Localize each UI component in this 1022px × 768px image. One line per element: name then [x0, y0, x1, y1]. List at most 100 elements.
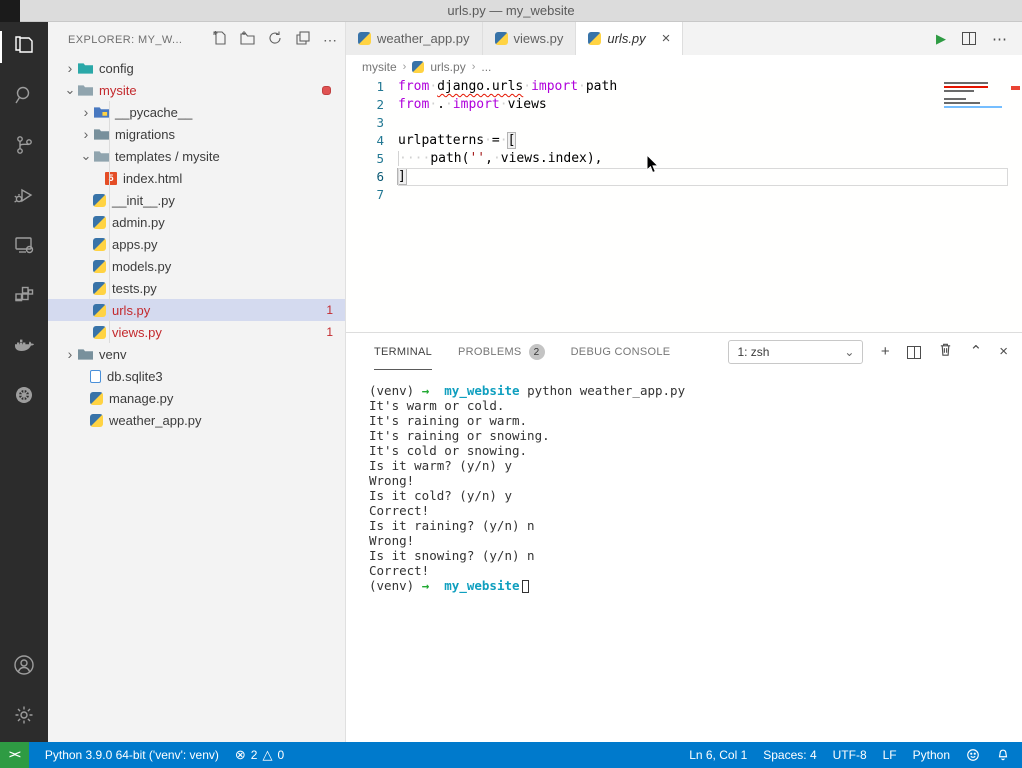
- whitespace-dot: ·: [493, 151, 501, 166]
- kill-terminal-icon[interactable]: [938, 342, 953, 362]
- feedback-smiley-icon[interactable]: [958, 742, 988, 768]
- python-file-icon: [358, 32, 371, 45]
- tree-item-templates-mysite[interactable]: ⌄ templates / mysite: [48, 145, 345, 167]
- activity-extensions[interactable]: [0, 272, 48, 322]
- terminal-line: Is it cold? (y/n) y: [369, 488, 1022, 503]
- status-bar: >< Python 3.9.0 64-bit ('venv': venv) ⊗ …: [0, 742, 1022, 768]
- tab-weather-app-py[interactable]: weather_app.py: [346, 22, 483, 55]
- tree-item-index-html[interactable]: 5 index.html: [48, 167, 345, 189]
- chevron-down-icon: ⌄: [78, 151, 94, 161]
- tree-item-urls-py[interactable]: urls.py 1: [48, 299, 345, 321]
- breadcrumb-symbol[interactable]: ...: [481, 60, 491, 74]
- new-folder-icon[interactable]: [239, 30, 255, 49]
- tree-item-views-py[interactable]: views.py 1: [48, 321, 345, 343]
- cursor-position-status[interactable]: Ln 6, Col 1: [681, 742, 755, 768]
- encoding-status[interactable]: UTF-8: [825, 742, 875, 768]
- notifications-bell-icon[interactable]: [988, 742, 1022, 768]
- tree-label: __pycache__: [115, 105, 192, 120]
- files-icon: [12, 33, 36, 62]
- run-python-file-icon[interactable]: ▶: [936, 31, 946, 47]
- explorer-header: EXPLORER: MY_W... ⋯: [48, 22, 345, 57]
- tree-item-init-py[interactable]: __init__.py: [48, 189, 345, 211]
- prompt-arrow: →: [422, 578, 437, 593]
- tree-item-pycache[interactable]: › __pycache__: [48, 101, 345, 123]
- activity-run-debug[interactable]: [0, 172, 48, 222]
- new-terminal-icon[interactable]: +: [881, 345, 890, 359]
- split-editor-icon[interactable]: [962, 32, 976, 45]
- terminal-output[interactable]: (venv) → my_website python weather_app.p…: [346, 371, 1022, 742]
- panel-tab-debug-console[interactable]: DEBUG CONSOLE: [571, 335, 671, 369]
- tree-item-apps-py[interactable]: apps.py: [48, 233, 345, 255]
- tree-item-db-sqlite3[interactable]: db.sqlite3: [48, 365, 345, 387]
- close-panel-icon[interactable]: ×: [999, 345, 1008, 359]
- tree-label: migrations: [115, 127, 175, 142]
- tree-item-venv[interactable]: › venv: [48, 343, 345, 365]
- keyword: import: [453, 97, 500, 112]
- more-actions-icon[interactable]: ⋯: [992, 30, 1008, 48]
- panel-tab-problems[interactable]: PROBLEMS2: [458, 333, 545, 371]
- keyword: import: [531, 79, 578, 94]
- tab-views-py[interactable]: views.py: [483, 22, 577, 55]
- more-actions-icon[interactable]: ⋯: [323, 35, 337, 45]
- python-file-icon: [93, 282, 106, 295]
- terminal-shell-select[interactable]: 1: zsh ⌄: [728, 340, 863, 364]
- eol-status[interactable]: LF: [875, 742, 905, 768]
- close-icon[interactable]: ×: [662, 30, 671, 47]
- code-line-6: 6 ]: [346, 168, 1022, 186]
- whitespace-dot: ·: [578, 79, 586, 94]
- punctuation: ,: [485, 151, 493, 166]
- minimap[interactable]: [944, 82, 1006, 110]
- activity-settings[interactable]: [0, 692, 48, 742]
- folder-icon: [78, 348, 93, 360]
- python-file-icon: [93, 216, 106, 229]
- whitespace-dot: ·: [429, 79, 437, 94]
- refresh-icon[interactable]: [267, 30, 283, 49]
- remote-indicator[interactable]: ><: [0, 742, 29, 768]
- tab-urls-py[interactable]: urls.py ×: [576, 22, 683, 55]
- problems-status[interactable]: ⊗ 2 △ 0: [227, 742, 292, 768]
- keyword: from: [398, 97, 429, 112]
- tree-item-mysite[interactable]: ⌄ mysite: [48, 79, 345, 101]
- split-terminal-icon[interactable]: [907, 346, 921, 359]
- terminal-line: Is it warm? (y/n) y: [369, 458, 1022, 473]
- breadcrumb-file[interactable]: urls.py: [430, 60, 465, 74]
- tree-label: __init__.py: [112, 193, 175, 208]
- minimap-info-mark: [944, 106, 1002, 108]
- tree-item-manage-py[interactable]: manage.py: [48, 387, 345, 409]
- tree-item-admin-py[interactable]: admin.py: [48, 211, 345, 233]
- module-name: .: [437, 97, 445, 112]
- new-file-icon[interactable]: [211, 30, 227, 49]
- function-call: path(: [430, 151, 469, 166]
- tab-label: urls.py: [607, 31, 645, 46]
- activity-search[interactable]: [0, 72, 48, 122]
- panel-tab-terminal[interactable]: TERMINAL: [374, 335, 432, 370]
- activity-docker[interactable]: [0, 322, 48, 372]
- shell-select-value: 1: zsh: [737, 345, 769, 359]
- tree-item-weather-app-py[interactable]: weather_app.py: [48, 409, 345, 431]
- terminal-prompt-line: (venv) → my_website python weather_app.p…: [369, 383, 1022, 398]
- database-file-icon: [90, 370, 101, 383]
- terminal-line: Correct!: [369, 563, 1022, 578]
- breadcrumb-folder[interactable]: mysite: [362, 60, 397, 74]
- activity-kubernetes[interactable]: [0, 372, 48, 422]
- terminal-line: It's raining or snowing.: [369, 428, 1022, 443]
- editor-tab-bar: weather_app.py views.py urls.py × ▶ ⋯: [346, 22, 1022, 55]
- tree-item-config[interactable]: › config: [48, 57, 345, 79]
- tree-item-migrations[interactable]: › migrations: [48, 123, 345, 145]
- indentation-status[interactable]: Spaces: 4: [755, 742, 824, 768]
- activity-source-control[interactable]: [0, 122, 48, 172]
- collapse-folders-icon[interactable]: [295, 30, 311, 49]
- code-editor[interactable]: 1 from·django.urls·import·path 2 from·.·…: [346, 78, 1022, 332]
- terminal-line: Is it raining? (y/n) n: [369, 518, 1022, 533]
- identifier: urlpatterns: [398, 133, 484, 148]
- activity-explorer[interactable]: [0, 22, 48, 72]
- terminal-prompt-line: (venv) → my_website: [369, 578, 1022, 593]
- file-tree: › config ⌄ mysite › __pycache__: [48, 57, 345, 431]
- tree-item-models-py[interactable]: models.py: [48, 255, 345, 277]
- maximize-panel-icon[interactable]: ⌃: [970, 345, 983, 359]
- language-mode-status[interactable]: Python: [905, 742, 958, 768]
- activity-account[interactable]: [0, 642, 48, 692]
- activity-remote-explorer[interactable]: [0, 222, 48, 272]
- python-interpreter-status[interactable]: Python 3.9.0 64-bit ('venv': venv): [37, 742, 227, 768]
- tree-item-tests-py[interactable]: tests.py: [48, 277, 345, 299]
